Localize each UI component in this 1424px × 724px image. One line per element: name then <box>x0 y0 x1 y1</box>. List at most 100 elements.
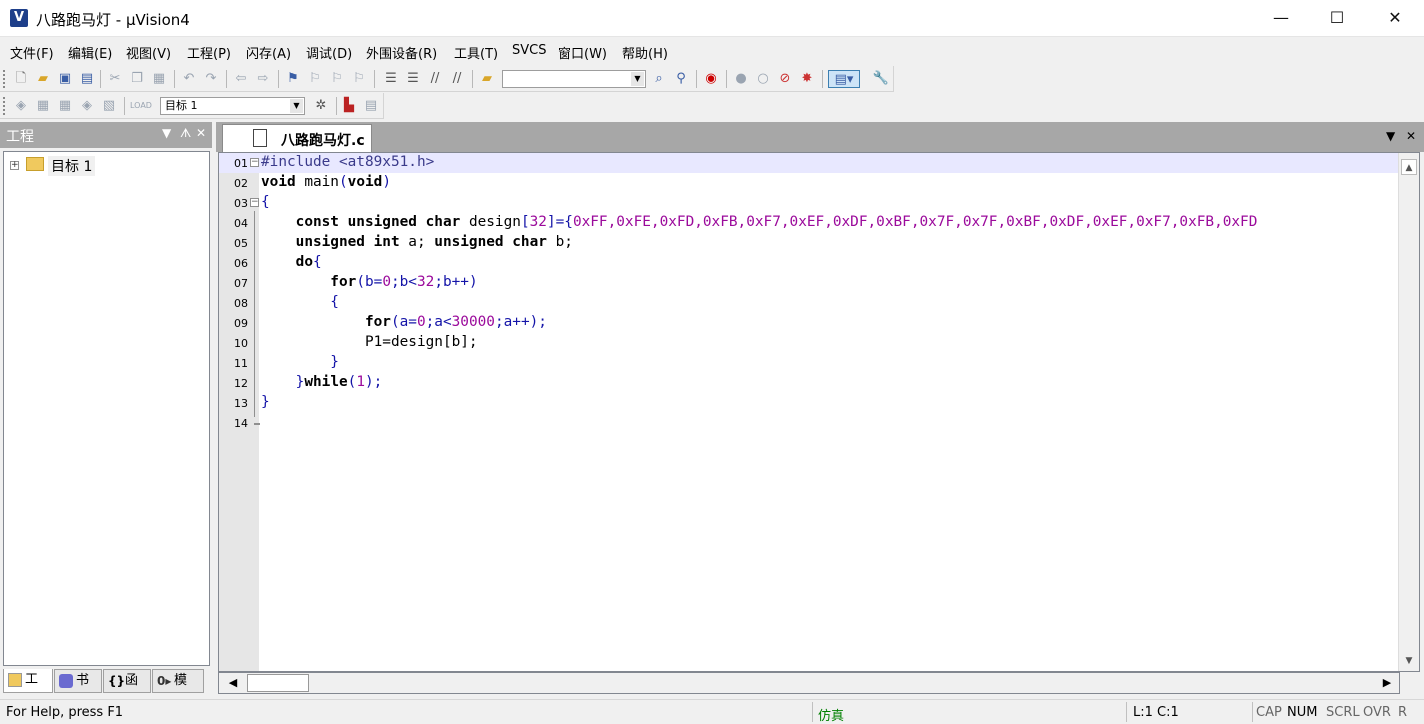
code-line: 05 unsigned int a; unsigned char b; <box>219 233 1399 253</box>
code-token: main <box>295 174 339 190</box>
translate-icon[interactable]: ◈ <box>12 97 30 115</box>
menu-debug[interactable]: 调试(D) <box>306 43 352 62</box>
line-number: 02 <box>234 177 248 190</box>
copy-icon[interactable]: ❐ <box>128 70 146 88</box>
minimize-button[interactable]: — <box>1258 0 1304 36</box>
tab-project[interactable]: 工 <box>3 669 53 693</box>
code-line: 14 <box>219 413 1399 433</box>
insert-bookmark-icon[interactable]: ⚑ <box>284 70 302 88</box>
status-cap: CAP <box>1256 705 1282 720</box>
tree-item-target[interactable]: 目标 1 <box>48 156 96 176</box>
manage-project-items-icon[interactable]: ▙ <box>340 97 358 115</box>
tree-expand-icon[interactable]: + <box>10 161 19 170</box>
menu-edit[interactable]: 编辑(E) <box>68 43 112 62</box>
next-bookmark-icon[interactable]: ⚐ <box>328 70 346 88</box>
undo-icon[interactable]: ↶ <box>180 70 198 88</box>
find-combo[interactable]: ▼ <box>502 70 646 88</box>
incremental-find-icon[interactable]: ⚲ <box>672 70 690 88</box>
batch-build-icon[interactable]: ◈ <box>78 97 96 115</box>
panel-close-icon[interactable]: ✕ <box>196 126 206 140</box>
maximize-button[interactable]: ☐ <box>1314 0 1360 36</box>
menu-project[interactable]: 工程(P) <box>187 43 231 62</box>
indent-icon[interactable]: ☰ <box>382 70 400 88</box>
panel-pin-icon[interactable]: ᗑ <box>180 126 191 141</box>
paste-icon[interactable]: ▦ <box>150 70 168 88</box>
tab-books[interactable]: 书 <box>54 669 102 693</box>
toolbar-separator <box>822 70 823 88</box>
stop-build-icon[interactable]: ▧ <box>100 97 118 115</box>
menu-file[interactable]: 文件(F) <box>10 43 54 62</box>
toolbar-grip[interactable] <box>3 97 6 115</box>
code-editor[interactable]: 01 − #include <at89x51.h> 02 void main(v… <box>218 152 1420 672</box>
menu-view[interactable]: 视图(V) <box>126 43 171 62</box>
code-token: 0 <box>382 274 391 290</box>
code-line: 03 − { <box>219 193 1399 213</box>
rebuild-icon[interactable]: ▦ <box>56 97 74 115</box>
horizontal-scroll-thumb[interactable] <box>247 674 309 692</box>
select-packs-icon[interactable]: ▤ <box>362 97 380 115</box>
menu-flash[interactable]: 闪存(A) <box>246 43 291 62</box>
code-line: 11 } <box>219 353 1399 373</box>
fold-collapse-icon[interactable]: − <box>250 198 259 207</box>
scroll-right-icon[interactable]: ▶ <box>1379 675 1395 691</box>
find-icon[interactable]: ⌕ <box>650 70 668 88</box>
build-icon[interactable]: ▦ <box>34 97 52 115</box>
save-icon[interactable]: ▣ <box>56 70 74 88</box>
close-button[interactable]: ✕ <box>1372 0 1418 36</box>
scroll-left-icon[interactable]: ◀ <box>225 675 241 691</box>
clear-bookmarks-icon[interactable]: ⚐ <box>350 70 368 88</box>
code-token: (b= <box>356 274 383 290</box>
menu-svcs[interactable]: SVCS <box>512 43 546 58</box>
uncomment-icon[interactable]: // <box>448 70 466 88</box>
download-icon[interactable]: LOAD <box>130 97 152 115</box>
status-mode: 仿真 <box>818 709 845 724</box>
code-token: { <box>312 254 322 270</box>
tab-functions[interactable]: {}函 <box>103 669 151 693</box>
code-token: 1 <box>356 374 365 390</box>
navigate-back-icon[interactable]: ⇦ <box>232 70 250 88</box>
navigate-forward-icon[interactable]: ⇨ <box>254 70 272 88</box>
kill-all-breakpoints-icon[interactable]: ✸ <box>798 70 816 88</box>
new-file-icon[interactable]: 🗋 <box>12 70 30 88</box>
editor-close-icon[interactable]: ✕ <box>1406 129 1416 143</box>
unindent-icon[interactable]: ☰ <box>404 70 422 88</box>
tab-list-icon[interactable]: ▼ <box>1386 129 1395 143</box>
target-select[interactable]: 目标 1 ▼ <box>160 97 305 115</box>
window-layout-icon[interactable]: ▤▾ <box>828 70 860 88</box>
save-all-icon[interactable]: ▤ <box>78 70 96 88</box>
menu-peripherals[interactable]: 外围设备(R) <box>366 43 437 62</box>
find-in-files-icon[interactable]: ▰ <box>478 70 496 88</box>
status-bar: For Help, press F1 仿真 L:1 C:1 CAP NUM SC… <box>0 699 1424 724</box>
previous-bookmark-icon[interactable]: ⚐ <box>306 70 324 88</box>
disable-all-breakpoints-icon[interactable]: ⊘ <box>776 70 794 88</box>
chevron-down-icon[interactable]: ▼ <box>631 72 644 86</box>
fold-collapse-icon[interactable]: − <box>250 158 259 167</box>
line-number: 08 <box>234 297 248 310</box>
menu-tools[interactable]: 工具(T) <box>454 43 498 62</box>
open-folder-icon[interactable]: ▰ <box>34 70 52 88</box>
status-ovr: OVR <box>1363 705 1391 720</box>
scroll-down-icon[interactable]: ▼ <box>1401 653 1417 669</box>
tab-templates[interactable]: 0▸ 模 <box>152 669 204 693</box>
redo-icon[interactable]: ↷ <box>202 70 220 88</box>
breakpoint-insert-icon[interactable]: ● <box>732 70 750 88</box>
menu-window[interactable]: 窗口(W) <box>558 43 607 62</box>
horizontal-scrollbar[interactable]: ◀ ▶ <box>218 672 1400 694</box>
breakpoint-enable-icon[interactable]: ○ <box>754 70 772 88</box>
chevron-down-icon[interactable]: ▼ <box>290 99 303 113</box>
comment-icon[interactable]: // <box>426 70 444 88</box>
code-token: unsigned int <box>261 234 400 250</box>
scroll-up-icon[interactable]: ▲ <box>1401 159 1417 175</box>
cut-icon[interactable]: ✂ <box>106 70 124 88</box>
configure-icon[interactable]: 🔧 <box>872 70 890 88</box>
file-tab[interactable]: 八路跑马灯.c <box>222 124 372 152</box>
target-options-icon[interactable]: ✲ <box>312 97 330 115</box>
project-tree: + 目标 1 <box>3 151 210 666</box>
code-line: 02 void main(void) <box>219 173 1399 193</box>
menu-help[interactable]: 帮助(H) <box>622 43 668 62</box>
folder-icon <box>26 157 44 171</box>
panel-menu-icon[interactable]: ▼ <box>162 126 171 140</box>
start-debug-icon[interactable]: ◉ <box>702 70 720 88</box>
vertical-scrollbar[interactable]: ▲ ▼ <box>1398 153 1419 671</box>
toolbar-grip[interactable] <box>3 70 6 88</box>
